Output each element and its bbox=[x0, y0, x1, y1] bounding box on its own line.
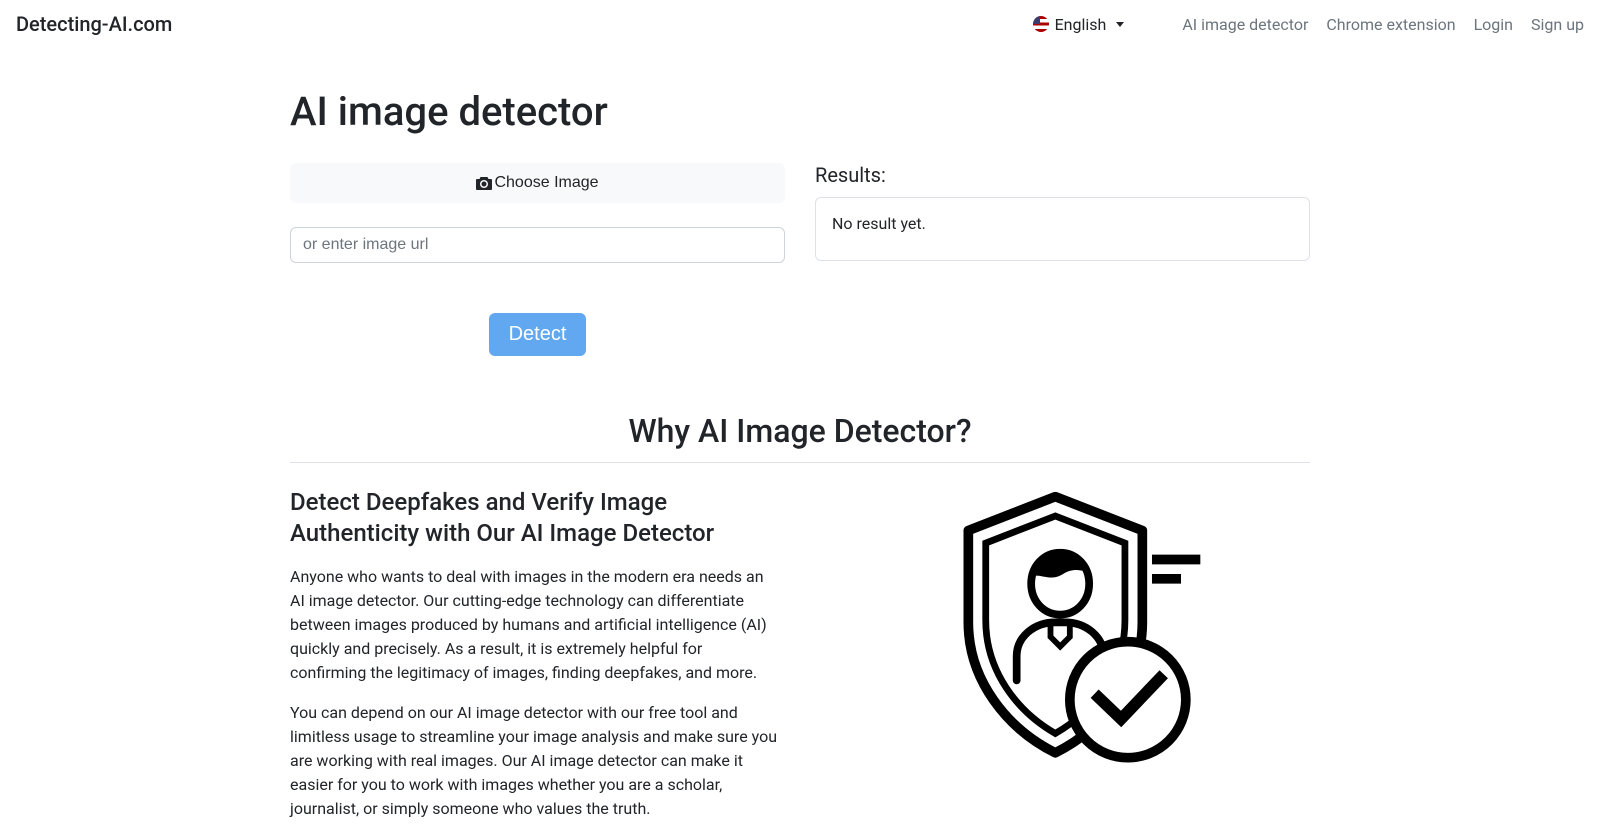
brand-logo[interactable]: Detecting-AI.com bbox=[16, 12, 172, 36]
nav-right: English AI image detector Chrome extensi… bbox=[1033, 15, 1584, 34]
nav-link-signup[interactable]: Sign up bbox=[1531, 15, 1584, 34]
language-label: English bbox=[1055, 15, 1107, 34]
choose-image-button[interactable]: Choose Image bbox=[290, 163, 785, 203]
camera-icon bbox=[476, 176, 492, 190]
results-box: No result yet. bbox=[815, 197, 1310, 261]
results-column: Results: No result yet. bbox=[815, 163, 1310, 356]
content-row: Detect Deepfakes and Verify Image Authen… bbox=[290, 487, 1310, 837]
flag-icon bbox=[1033, 16, 1049, 32]
nav-link-login[interactable]: Login bbox=[1474, 15, 1513, 34]
nav-link-extension[interactable]: Chrome extension bbox=[1326, 15, 1455, 34]
input-column: Choose Image Detect bbox=[290, 163, 785, 356]
section-divider bbox=[290, 462, 1310, 463]
nav-link-detector[interactable]: AI image detector bbox=[1182, 15, 1308, 34]
detect-button[interactable]: Detect bbox=[489, 313, 587, 356]
main-container: AI image detector Choose Image Detect Re… bbox=[275, 88, 1325, 837]
content-paragraph-2: You can depend on our AI image detector … bbox=[290, 701, 780, 821]
navbar: Detecting-AI.com English AI image detect… bbox=[0, 0, 1600, 48]
page-title: AI image detector bbox=[290, 88, 1310, 135]
content-heading: Detect Deepfakes and Verify Image Authen… bbox=[290, 487, 780, 549]
shield-verify-icon bbox=[920, 487, 1210, 767]
language-selector[interactable]: English bbox=[1033, 15, 1125, 34]
choose-image-label: Choose Image bbox=[494, 174, 598, 192]
content-paragraph-1: Anyone who wants to deal with images in … bbox=[290, 565, 780, 685]
image-url-input[interactable] bbox=[290, 227, 785, 263]
chevron-down-icon bbox=[1116, 22, 1124, 27]
content-text: Detect Deepfakes and Verify Image Authen… bbox=[290, 487, 780, 837]
content-image bbox=[820, 487, 1310, 837]
main-row: Choose Image Detect Results: No result y… bbox=[290, 163, 1310, 356]
results-label: Results: bbox=[815, 163, 1310, 187]
why-section-title: Why AI Image Detector? bbox=[290, 412, 1310, 450]
